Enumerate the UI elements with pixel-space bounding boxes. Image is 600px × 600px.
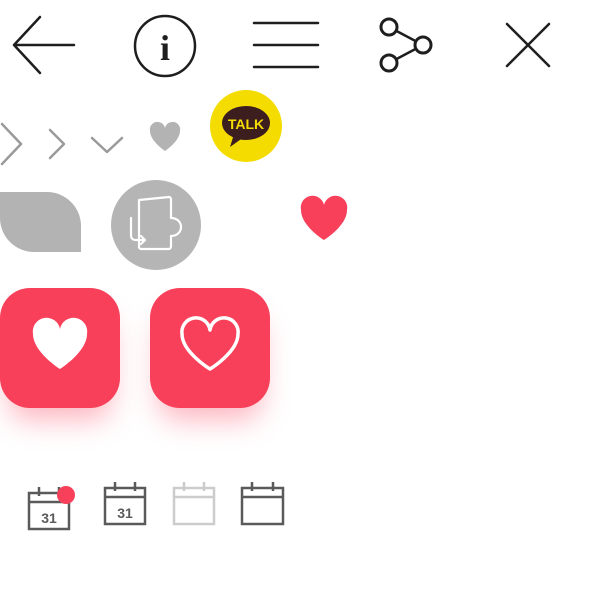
calendar-disabled-icon <box>172 481 216 527</box>
calendar-icon[interactable]: 31 <box>103 481 147 527</box>
share-icon[interactable] <box>378 16 434 74</box>
calendar-day-label: 31 <box>41 510 57 526</box>
calendar-notification-icon[interactable]: 31 <box>26 484 78 532</box>
info-icon[interactable]: i <box>133 14 197 78</box>
transfer-button[interactable] <box>111 180 201 270</box>
heart-red-icon[interactable] <box>300 195 348 241</box>
kakaotalk-label: TALK <box>228 116 264 132</box>
heart-filled-icon <box>32 317 88 369</box>
heart-small-gray-icon[interactable] <box>149 121 181 152</box>
chevron-down-icon[interactable] <box>90 136 124 154</box>
chevron-right-icon[interactable] <box>48 128 66 160</box>
like-button-filled[interactable] <box>0 288 120 408</box>
calendar-empty-icon[interactable] <box>240 481 286 527</box>
close-icon[interactable] <box>505 22 551 68</box>
document-swap-icon <box>129 195 183 251</box>
like-button-outline[interactable] <box>150 288 270 408</box>
calendar-day-label: 31 <box>117 505 133 521</box>
heart-outline-icon <box>180 316 240 371</box>
svg-text:i: i <box>160 28 170 68</box>
gray-leaf-tile[interactable] <box>0 192 81 252</box>
back-arrow-icon[interactable] <box>10 15 76 75</box>
kakaotalk-icon[interactable]: TALK <box>210 90 282 162</box>
chevron-right-large-icon[interactable] <box>0 122 24 166</box>
menu-icon[interactable] <box>252 21 320 69</box>
